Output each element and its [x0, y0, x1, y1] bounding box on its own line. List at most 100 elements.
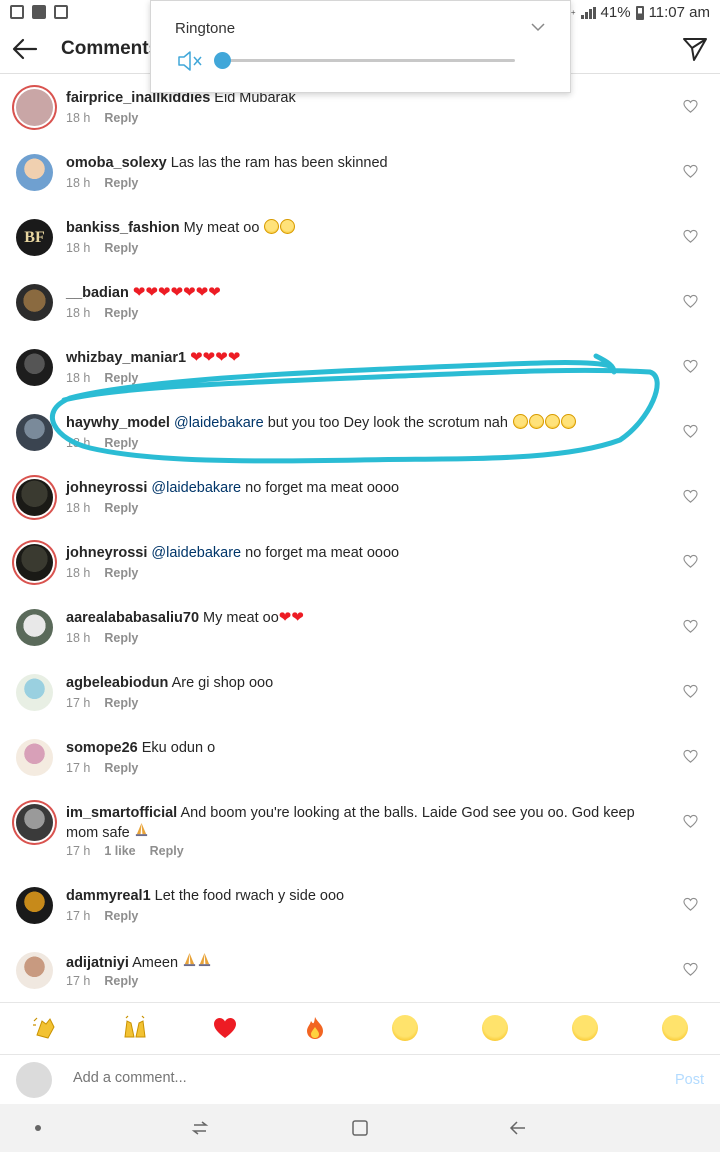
- reply-button[interactable]: Reply: [104, 696, 138, 710]
- like-heart-icon[interactable]: [683, 424, 698, 439]
- avatar[interactable]: [16, 154, 53, 191]
- like-heart-icon[interactable]: [683, 294, 698, 309]
- comment-username[interactable]: dammyreal1: [66, 888, 151, 904]
- like-heart-icon[interactable]: [683, 814, 698, 829]
- avatar[interactable]: [16, 887, 53, 924]
- fire-icon[interactable]: [302, 1015, 328, 1041]
- like-heart-icon[interactable]: [683, 99, 698, 114]
- dot-icon[interactable]: [28, 1118, 48, 1138]
- comment-username[interactable]: omoba_solexy: [66, 155, 167, 171]
- crying-face-icon[interactable]: [392, 1015, 418, 1041]
- signal-icon: [580, 6, 596, 19]
- reply-button[interactable]: Reply: [104, 371, 138, 385]
- comment-username[interactable]: johneyrossi: [66, 480, 147, 496]
- like-heart-icon[interactable]: [683, 554, 698, 569]
- reply-button[interactable]: Reply: [104, 501, 138, 515]
- volume-slider-track[interactable]: [223, 59, 515, 62]
- comment-time: 17 h: [66, 761, 91, 775]
- tears-of-joy-face-icon[interactable]: [662, 1015, 688, 1041]
- like-heart-icon[interactable]: [683, 164, 698, 179]
- avatar[interactable]: [16, 414, 53, 451]
- comment-mention[interactable]: @laidebakare: [174, 415, 264, 431]
- like-heart-icon[interactable]: [683, 684, 698, 699]
- laughing-emoji-icon: [544, 414, 560, 429]
- comment-meta: 18 h Reply: [66, 501, 138, 515]
- reply-button[interactable]: Reply: [104, 111, 138, 125]
- comment-username[interactable]: somope26: [66, 740, 138, 756]
- like-heart-icon[interactable]: [683, 897, 698, 912]
- reply-button[interactable]: Reply: [104, 176, 138, 190]
- like-heart-icon[interactable]: [683, 359, 698, 374]
- comment-username[interactable]: adijatniyi: [66, 955, 129, 971]
- comment-text: im_smartofficial And boom you're looking…: [66, 804, 666, 842]
- laughing-emoji-icon: [528, 414, 544, 429]
- like-count[interactable]: 1 like: [104, 844, 135, 858]
- post-button[interactable]: Post: [675, 1072, 704, 1088]
- comment-body: no forget ma meat oooo: [245, 480, 400, 496]
- heart-eyes-face-icon[interactable]: [482, 1015, 508, 1041]
- comment-text: __badian ❤❤❤❤❤❤❤: [66, 284, 666, 302]
- back-arrow-icon[interactable]: [10, 34, 40, 64]
- comment-text: adijatniyi Ameen: [66, 952, 666, 972]
- direct-message-icon[interactable]: [682, 36, 708, 62]
- avatar[interactable]: [16, 804, 53, 841]
- quick-reactions-bar: [0, 1002, 720, 1054]
- reply-button[interactable]: Reply: [150, 844, 184, 858]
- avatar[interactable]: [16, 739, 53, 776]
- like-heart-icon[interactable]: [683, 489, 698, 504]
- folded-hands-emoji-icon: [183, 952, 196, 967]
- reply-button[interactable]: Reply: [104, 631, 138, 645]
- reply-button[interactable]: Reply: [104, 974, 138, 988]
- reply-button[interactable]: Reply: [104, 436, 138, 450]
- avatar[interactable]: [16, 284, 53, 321]
- volume-slider-thumb[interactable]: [214, 52, 231, 69]
- avatar[interactable]: [16, 349, 53, 386]
- back-icon[interactable]: [508, 1118, 528, 1138]
- battery-icon: [635, 5, 644, 20]
- comment-username[interactable]: whizbay_maniar1: [66, 350, 186, 366]
- comment-username[interactable]: bankiss_fashion: [66, 220, 180, 236]
- raising-hands-icon[interactable]: [122, 1015, 148, 1041]
- avatar[interactable]: [16, 544, 53, 581]
- clapping-hands-icon[interactable]: [32, 1015, 58, 1041]
- like-heart-icon[interactable]: [683, 229, 698, 244]
- comment-meta: 17 h Reply: [66, 974, 138, 988]
- surprised-face-icon[interactable]: [572, 1015, 598, 1041]
- comment-meta: 18 h Reply: [66, 111, 138, 125]
- reply-button[interactable]: Reply: [104, 566, 138, 580]
- avatar[interactable]: BF: [16, 219, 53, 256]
- comment-username[interactable]: aarealababasaliu70: [66, 610, 199, 626]
- chevron-down-icon[interactable]: [530, 19, 546, 35]
- reply-button[interactable]: Reply: [104, 241, 138, 255]
- comment-input[interactable]: [73, 1070, 633, 1086]
- comment-meta: 18 h Reply: [66, 566, 138, 580]
- avatar[interactable]: [16, 609, 53, 646]
- comment-mention[interactable]: @laidebakare: [151, 480, 241, 496]
- comment-time: 18 h: [66, 436, 91, 450]
- reply-button[interactable]: Reply: [104, 909, 138, 923]
- reply-button[interactable]: Reply: [104, 761, 138, 775]
- comment-mention[interactable]: @laidebakare: [151, 545, 241, 561]
- avatar[interactable]: [16, 952, 53, 989]
- comment-username[interactable]: johneyrossi: [66, 545, 147, 561]
- avatar[interactable]: [16, 479, 53, 516]
- comment-body: Las las the ram has been skinned: [170, 155, 388, 171]
- comment-username[interactable]: im_smartofficial: [66, 805, 177, 821]
- avatar[interactable]: [16, 674, 53, 711]
- comment-text: aarealababasaliu70 My meat oo❤❤: [66, 609, 666, 627]
- volume-stream-label: Ringtone: [175, 20, 236, 37]
- comment-username[interactable]: agbeleabiodun: [66, 675, 168, 691]
- comment-username[interactable]: haywhy_model: [66, 415, 170, 431]
- like-heart-icon[interactable]: [683, 749, 698, 764]
- comment-text: johneyrossi @laidebakare no forget ma me…: [66, 544, 666, 562]
- recent-apps-icon[interactable]: [190, 1118, 210, 1138]
- avatar[interactable]: [16, 89, 53, 126]
- comment-username[interactable]: __badian: [66, 285, 129, 301]
- comment-composer: Post: [0, 1054, 720, 1104]
- home-icon[interactable]: [350, 1118, 370, 1138]
- speaker-muted-icon[interactable]: [177, 49, 203, 73]
- like-heart-icon[interactable]: [683, 619, 698, 634]
- reply-button[interactable]: Reply: [104, 306, 138, 320]
- red-heart-icon[interactable]: [212, 1015, 238, 1041]
- like-heart-icon[interactable]: [683, 962, 698, 977]
